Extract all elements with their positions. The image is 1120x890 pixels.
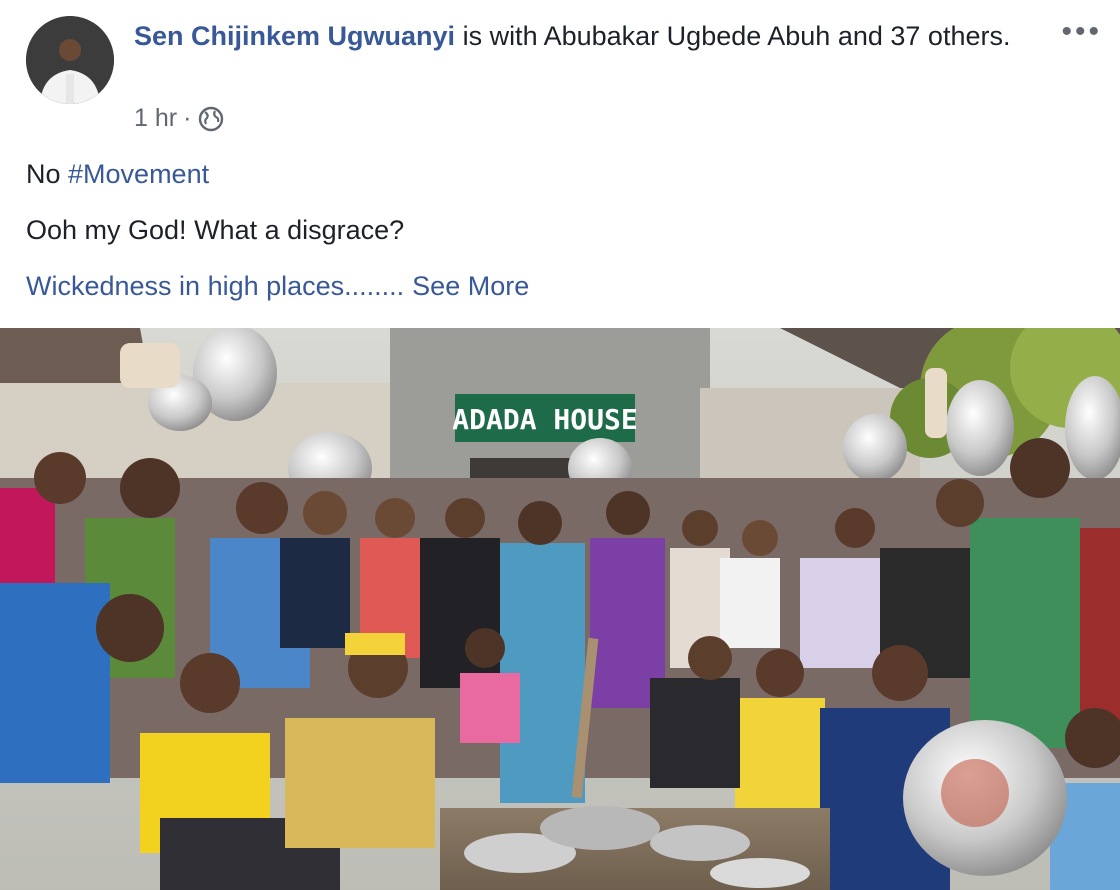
author-name-link[interactable]: Sen Chijinkem Ugwuanyi	[134, 21, 455, 51]
period-text: .	[1002, 21, 1011, 51]
post-line-2: Ooh my God! What a disgrace?	[26, 208, 1086, 264]
more-options-button[interactable]: •••	[1061, 17, 1102, 47]
and-text: and	[830, 21, 891, 51]
ellipsis-icon: •••	[1061, 15, 1102, 48]
facebook-post: Sen Chijinkem Ugwuanyi is with Abubakar …	[0, 0, 1120, 890]
building-sign-text: ADADA HOUSE	[452, 403, 637, 436]
author-avatar[interactable]	[26, 16, 114, 104]
globe-icon[interactable]	[197, 105, 225, 133]
protest-photo-illustration: ADADA HOUSE	[0, 328, 1120, 890]
meta-separator: ·	[183, 104, 192, 132]
line-1-prefix: No	[26, 159, 69, 189]
post-header: Sen Chijinkem Ugwuanyi is with Abubakar …	[134, 16, 1054, 56]
line-3-text: Wickedness in high places........	[26, 271, 405, 301]
tagged-person-link[interactable]: Abubakar Ugbede Abuh	[544, 21, 831, 51]
post-line-1: No #Movement	[26, 152, 1086, 208]
post-line-3: Wickedness in high places........ See Mor…	[26, 264, 1086, 320]
post-photo[interactable]: ADADA HOUSE	[0, 328, 1120, 890]
hashtag-movement-link[interactable]: #Movement	[68, 159, 209, 189]
avatar-image	[26, 16, 114, 104]
timestamp-link[interactable]: 1 hr	[134, 104, 177, 133]
post-meta: 1 hr ·	[134, 104, 225, 133]
line-2-text: Ooh my God! What a disgrace?	[26, 215, 405, 245]
others-link[interactable]: 37 others	[890, 21, 1003, 51]
post-text: No #Movement Ooh my God! What a disgrace…	[26, 152, 1086, 320]
with-text: is with	[455, 21, 544, 51]
see-more-link[interactable]: See More	[412, 271, 529, 301]
